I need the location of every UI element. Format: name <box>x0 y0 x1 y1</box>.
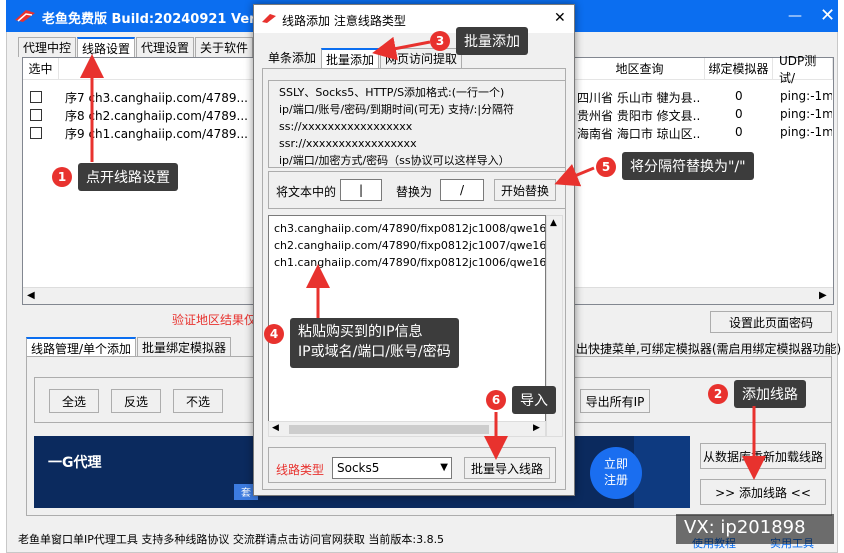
annotation-arrows <box>80 36 766 480</box>
